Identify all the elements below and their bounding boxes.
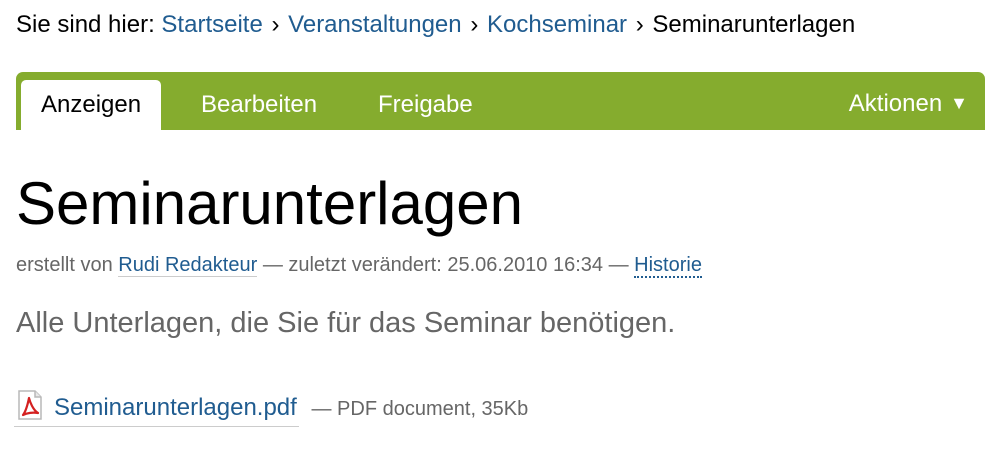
pdf-icon: [14, 389, 46, 421]
author-link[interactable]: Rudi Redakteur: [118, 254, 258, 277]
byline-prefix: erstellt von: [16, 254, 113, 276]
triangle-down-icon: ▼: [950, 93, 968, 113]
page-description: Alle Unterlagen, die Sie für das Seminar…: [16, 307, 676, 339]
file-meta: — PDF document, 35Kb: [311, 398, 529, 420]
breadcrumb: Sie sind hier: Startseite › Veranstaltun…: [16, 10, 855, 40]
history-link[interactable]: Historie: [634, 254, 702, 278]
breadcrumb-current: Seminarunterlagen: [652, 11, 856, 38]
breadcrumb-separator: ›: [635, 11, 644, 38]
tab-view[interactable]: Anzeigen: [21, 80, 162, 130]
breadcrumb-link-kochseminar[interactable]: Kochseminar: [487, 11, 627, 38]
content-tabbar: Anzeigen Bearbeiten Freigabe Aktionen ▼: [16, 72, 985, 130]
breadcrumb-separator: ›: [470, 11, 479, 38]
tab-edit[interactable]: Bearbeiten: [201, 80, 317, 130]
breadcrumb-prefix: Sie sind hier:: [16, 11, 155, 38]
page-title: Seminarunterlagen: [16, 170, 523, 237]
actions-menu-label: Aktionen: [848, 90, 943, 117]
breadcrumb-separator: ›: [271, 11, 280, 38]
document-byline: erstellt von Rudi Redakteur — zuletzt ve…: [16, 252, 702, 278]
file-name: Seminarunterlagen.pdf: [54, 394, 297, 421]
file-download-link[interactable]: Seminarunterlagen.pdf: [14, 389, 299, 427]
breadcrumb-link-startseite[interactable]: Startseite: [161, 11, 262, 38]
breadcrumb-link-veranstaltungen[interactable]: Veranstaltungen: [288, 11, 461, 38]
file-entry: Seminarunterlagen.pdf — PDF document, 35…: [14, 389, 528, 427]
actions-menu-button[interactable]: Aktionen ▼: [849, 78, 968, 128]
page: Sie sind hier: Startseite › Veranstaltun…: [0, 0, 997, 456]
modified-info: — zuletzt verändert: 25.06.2010 16:34 —: [262, 254, 629, 276]
tab-share[interactable]: Freigabe: [378, 80, 473, 130]
